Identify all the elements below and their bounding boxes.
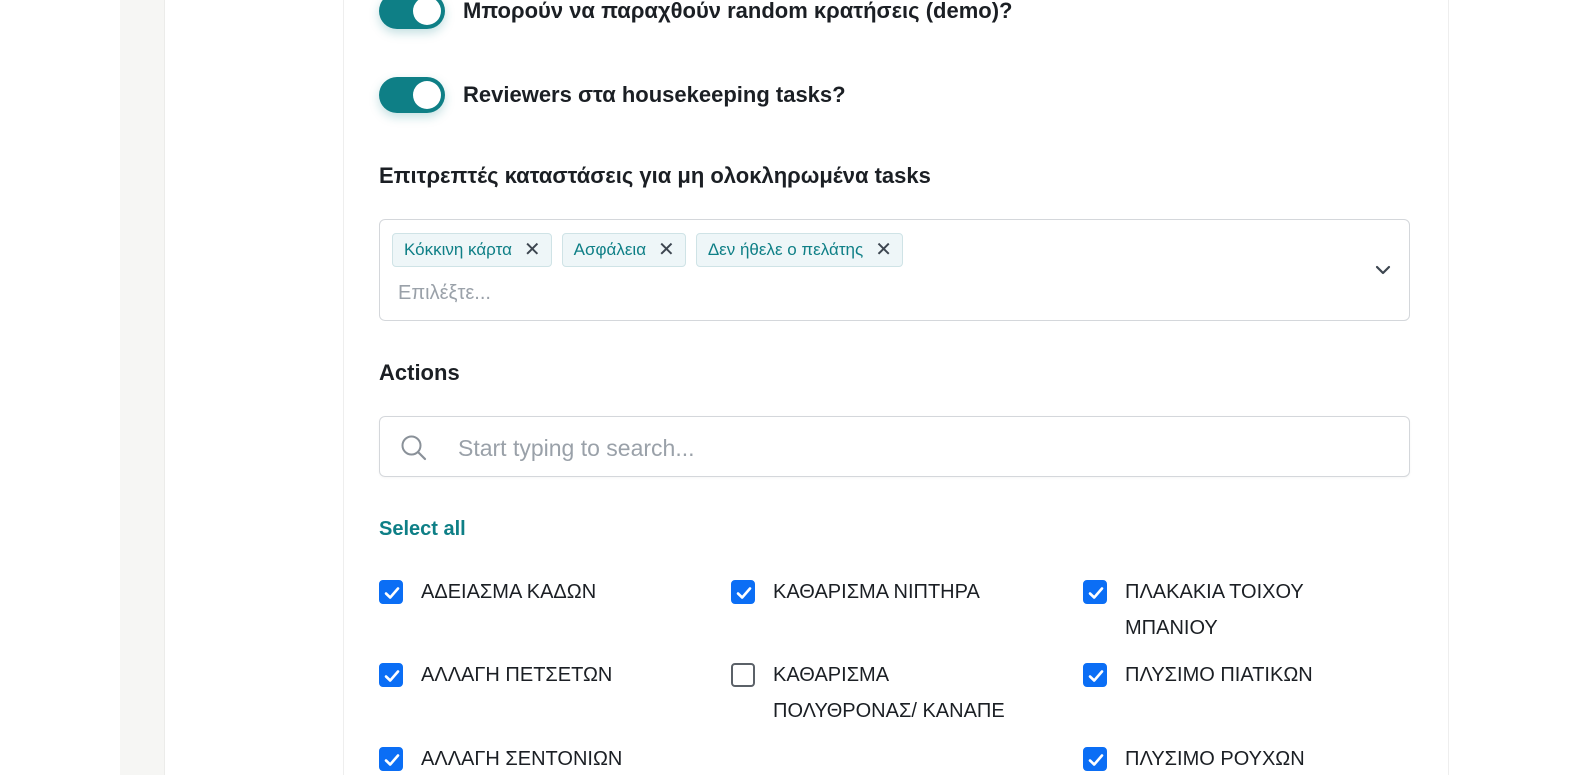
check-icon	[1088, 754, 1104, 766]
check-icon	[1088, 670, 1104, 682]
chip-label: Δεν ήθελε ο πελάτης	[707, 240, 864, 259]
action-item-label: ΠΛΥΣΙΜΟ ΡΟΥΧΩΝ	[1125, 748, 1305, 770]
action-item-label: ΠΛΑΚΑΚΙΑ ΤΟΙΧΟΥ ΜΠΑΝΙΟΥ	[1125, 581, 1304, 639]
toggle-row-reviewers: Reviewers στα housekeeping tasks?	[379, 76, 846, 114]
action-item-sink-cleaning[interactable]: ΚΑΘΑΡΙΣΜΑ ΝΙΠΤΗΡΑ	[731, 579, 1031, 610]
checkbox-checked[interactable]	[379, 580, 403, 604]
check-icon	[736, 587, 752, 599]
page: Μπορούν να παραχθούν random κρατήσεις (d…	[0, 0, 1574, 775]
check-icon	[384, 670, 400, 682]
action-item-bathroom-tiles[interactable]: ΠΛΑΚΑΚΙΑ ΤΟΙΧΟΥ ΜΠΑΝΙΟΥ	[1083, 579, 1383, 646]
actions-search-box	[379, 416, 1410, 477]
toggle-row-random-bookings: Μπορούν να παραχθούν random κρατήσεις (d…	[379, 0, 1012, 30]
chip-security: Ασφάλεια ✕	[561, 233, 686, 267]
chip-customer-declined: Δεν ήθελε ο πελάτης ✕	[695, 233, 903, 267]
action-item-label: ΠΛΥΣΙΜΟ ΠΙΑΤΙΚΩΝ	[1125, 664, 1313, 686]
checkbox-checked[interactable]	[1083, 580, 1107, 604]
multiselect-placeholder[interactable]: Επιλέξτε...	[398, 282, 491, 305]
allowed-states-label: Επιτρεπτές καταστάσεις για μη ολοκληρωμέ…	[379, 163, 931, 188]
action-item-laundry[interactable]: ΠΛΥΣΙΜΟ ΡΟΥΧΩΝ	[1083, 746, 1383, 775]
checkbox-checked[interactable]	[1083, 663, 1107, 687]
action-item-sheet-change[interactable]: ΑΛΛΑΓΗ ΣΕΝΤΟΝΙΩΝ	[379, 746, 679, 775]
action-item-label: ΑΔΕΙΑΣΜΑ ΚΑΔΩΝ	[421, 581, 597, 603]
chevron-down-icon[interactable]	[1373, 260, 1393, 280]
check-icon	[384, 587, 400, 599]
action-item-label: ΑΛΛΑΓΗ ΠΕΤΣΕΤΩΝ	[421, 664, 613, 686]
action-item-empty-bins[interactable]: ΑΔΕΙΑΣΜΑ ΚΑΔΩΝ	[379, 579, 679, 610]
checkbox-checked[interactable]	[1083, 747, 1107, 771]
close-icon[interactable]: ✕	[875, 240, 892, 260]
select-all-link[interactable]: Select all	[379, 518, 466, 541]
search-icon	[401, 435, 427, 461]
reviewers-toggle[interactable]	[379, 77, 445, 113]
chip-label: Κόκκινη κάρτα	[404, 240, 512, 259]
action-item-label: ΑΛΛΑΓΗ ΣΕΝΤΟΝΙΩΝ	[421, 748, 623, 770]
checkbox-checked[interactable]	[731, 580, 755, 604]
check-icon	[1088, 587, 1104, 599]
reviewers-label: Reviewers στα housekeeping tasks?	[463, 82, 846, 107]
checkbox-checked[interactable]	[379, 747, 403, 771]
action-item-dish-washing[interactable]: ΠΛΥΣΙΜΟ ΠΙΑΤΙΚΩΝ	[1083, 662, 1383, 693]
random-bookings-toggle[interactable]	[379, 0, 445, 29]
allowed-states-multiselect[interactable]: Κόκκινη κάρτα ✕ Ασφάλεια ✕ Δεν ήθελε ο π…	[379, 219, 1410, 321]
close-icon[interactable]: ✕	[524, 240, 541, 260]
toggle-knob	[413, 81, 441, 109]
chip-red-card: Κόκκινη κάρτα ✕	[392, 233, 552, 267]
toggle-knob	[413, 0, 441, 25]
checkbox-unchecked[interactable]	[731, 663, 755, 687]
checkbox-checked[interactable]	[379, 663, 403, 687]
action-item-label: ΚΑΘΑΡΙΣΜΑ ΝΙΠΤΗΡΑ	[773, 581, 980, 603]
random-bookings-label: Μπορούν να παραχθούν random κρατήσεις (d…	[463, 0, 1013, 23]
close-icon[interactable]: ✕	[658, 240, 675, 260]
actions-search-input[interactable]	[456, 429, 1360, 467]
chip-label: Ασφάλεια	[573, 240, 647, 259]
selected-chips: Κόκκινη κάρτα ✕ Ασφάλεια ✕ Δεν ήθελε ο π…	[392, 233, 903, 267]
action-item-sofa-cleaning[interactable]: ΚΑΘΑΡΙΣΜΑ ΠΟΛΥΘΡΟΝΑΣ/ ΚΑΝΑΠΕ	[731, 662, 1021, 729]
action-item-label: ΚΑΘΑΡΙΣΜΑ ΠΟΛΥΘΡΟΝΑΣ/ ΚΑΝΑΠΕ	[773, 664, 1005, 722]
check-icon	[384, 754, 400, 766]
left-gutter	[120, 0, 165, 775]
actions-label: Actions	[379, 360, 460, 385]
action-item-towel-change[interactable]: ΑΛΛΑΓΗ ΠΕΤΣΕΤΩΝ	[379, 662, 679, 693]
